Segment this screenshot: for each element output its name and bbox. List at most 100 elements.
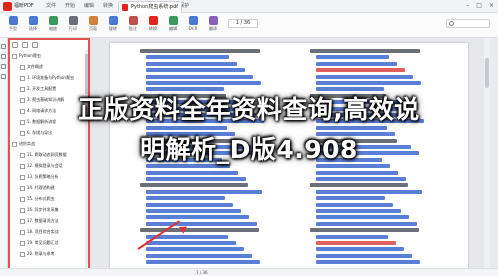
- bookmark-item[interactable]: 15. 分布式爬虫: [20, 195, 55, 203]
- toolbar-button[interactable]: 打印: [64, 15, 82, 35]
- document-scroll-thumb[interactable]: [485, 58, 489, 88]
- toolbar-icon: [168, 16, 178, 25]
- document-text-line: [146, 253, 252, 258]
- document-text-line: [316, 189, 422, 194]
- bookmark-label: 14. 代理池构建: [27, 185, 55, 190]
- search-icon: [449, 21, 454, 26]
- close-icon[interactable]: ×: [489, 2, 494, 10]
- toolbar-button[interactable]: OCR: [184, 15, 202, 35]
- toolbar-icon: [148, 16, 158, 25]
- bookmark-item[interactable]: Python爬虫: [12, 52, 41, 60]
- status-bar: 1 / 36: [0, 268, 498, 276]
- search-input[interactable]: [446, 19, 490, 28]
- document-text-line: [316, 170, 398, 175]
- document-text-line: [316, 215, 409, 220]
- bookmark-node-icon: [20, 185, 25, 191]
- bookmark-label: 18. 项目综合实战: [27, 229, 59, 234]
- bookmark-node-icon: [20, 174, 25, 180]
- bookmark-label: 文件概述: [27, 64, 43, 69]
- document-text-line: [316, 196, 385, 201]
- toolbar-label: 翻译: [209, 26, 217, 31]
- document-text-line: [316, 234, 388, 239]
- maximize-icon[interactable]: □: [476, 2, 482, 10]
- toolbar-button[interactable]: 手型: [4, 15, 22, 35]
- toolbar-button[interactable]: 转换: [144, 15, 162, 35]
- attachment-icon[interactable]: [1, 74, 6, 79]
- document-text-line: [310, 183, 408, 188]
- document-text-line: [146, 170, 238, 175]
- comment-icon[interactable]: [1, 64, 6, 69]
- tab-close-icon[interactable]: ×: [174, 4, 178, 11]
- bookmark-item[interactable]: 16. 异步并发采集: [20, 206, 59, 214]
- document-text-line: [146, 260, 260, 265]
- bookmark-label: 17. 数据清洗方法: [27, 218, 59, 223]
- toolbar-button[interactable]: 批注: [124, 15, 142, 35]
- toolbar-icon: [188, 16, 198, 25]
- toolbar-button[interactable]: 缩放: [44, 15, 62, 35]
- bookmark-item[interactable]: 20. 附录与参考: [20, 250, 55, 258]
- document-text-line: [316, 221, 417, 226]
- page-number-input[interactable]: 1 / 36: [228, 19, 258, 28]
- document-text-line: [146, 241, 236, 245]
- toolbar-button[interactable]: 页面: [84, 15, 102, 35]
- document-text-line: [146, 202, 233, 207]
- document-text-line: [146, 189, 262, 194]
- menu-item[interactable]: 文件: [46, 3, 56, 10]
- bookmark-item[interactable]: 19. 常见问题汇总: [20, 239, 59, 247]
- document-text-line: [316, 260, 420, 265]
- toolbar-label: 编辑: [169, 26, 177, 31]
- window-controls: – □ ×: [466, 2, 494, 10]
- menu-item[interactable]: 编辑: [84, 3, 94, 10]
- document-text-line: [146, 68, 245, 73]
- app-name: 福昕PDF: [14, 3, 34, 9]
- document-text-line: [316, 81, 421, 85]
- document-text-line: [146, 177, 246, 181]
- toolbar-icon: [48, 16, 58, 25]
- add-bookmark-icon[interactable]: [32, 42, 38, 48]
- bookmark-item[interactable]: 17. 数据清洗方法: [20, 217, 59, 225]
- toolbar-icon: [208, 16, 218, 25]
- bookmark-node-icon: [20, 229, 25, 235]
- overlay-headline: 正版资料全年资料查询,高效说 明解析_D版4.908: [0, 90, 498, 170]
- menu-item[interactable]: 转换: [103, 3, 113, 10]
- menu-item[interactable]: 开始: [65, 3, 75, 10]
- document-text-line: [146, 196, 225, 201]
- minimize-icon[interactable]: –: [466, 2, 469, 10]
- document-tab[interactable]: Python爬虫系统.pdf ×: [118, 1, 182, 13]
- document-text-line: [316, 202, 393, 207]
- bookmark-item[interactable]: 13. 反爬策略分析: [20, 173, 59, 181]
- document-text-line: [316, 253, 412, 258]
- bookmark-item[interactable]: 14. 代理池构建: [20, 184, 55, 192]
- toolbar-label: 页面: [89, 26, 97, 31]
- document-text-line: [316, 241, 396, 245]
- toolbar-button[interactable]: 编辑: [164, 15, 182, 35]
- document-text-line: [140, 183, 248, 188]
- document-tab-title: Python爬虫系统.pdf: [131, 4, 179, 10]
- document-text-line: [146, 221, 257, 226]
- document-text-line: [316, 55, 389, 60]
- overlay-line-2: 明解析_D版4.908: [140, 135, 358, 164]
- toolbar-label: 打印: [69, 26, 77, 31]
- bookmark-label: 16. 异步并发采集: [27, 207, 59, 212]
- toolbar-button[interactable]: 选择: [24, 15, 42, 35]
- expand-icon[interactable]: [12, 42, 18, 48]
- toolbar-icon: [68, 16, 78, 25]
- toolbar-label: 旋转: [109, 26, 117, 31]
- bookmark-icon[interactable]: [1, 44, 6, 49]
- bookmark-item[interactable]: 18. 项目综合实战: [20, 228, 59, 236]
- toolbar-button[interactable]: 翻译: [204, 15, 222, 35]
- ribbon-toolbar: 1 / 36 手型 选择 缩放 打印 页面 旋转 批注 转换 编辑 OCR 翻译: [0, 13, 498, 38]
- thumbnail-icon[interactable]: [1, 54, 6, 59]
- bookmark-item[interactable]: 1. 环境准备与Python爬虫: [20, 74, 74, 82]
- document-text-line: [316, 74, 413, 79]
- collapse-icon[interactable]: [22, 42, 28, 48]
- toolbar-label: 转换: [149, 26, 157, 31]
- document-text-line: [146, 209, 241, 213]
- bookmark-node-icon: [20, 240, 25, 246]
- bookmark-item[interactable]: 文件概述: [20, 63, 43, 71]
- bookmark-toolbar: [12, 42, 38, 48]
- bookmark-node-icon: [20, 75, 25, 81]
- bookmark-scroll-thumb[interactable]: [85, 54, 88, 94]
- toolbar-icon: [88, 16, 98, 25]
- toolbar-button[interactable]: 旋转: [104, 15, 122, 35]
